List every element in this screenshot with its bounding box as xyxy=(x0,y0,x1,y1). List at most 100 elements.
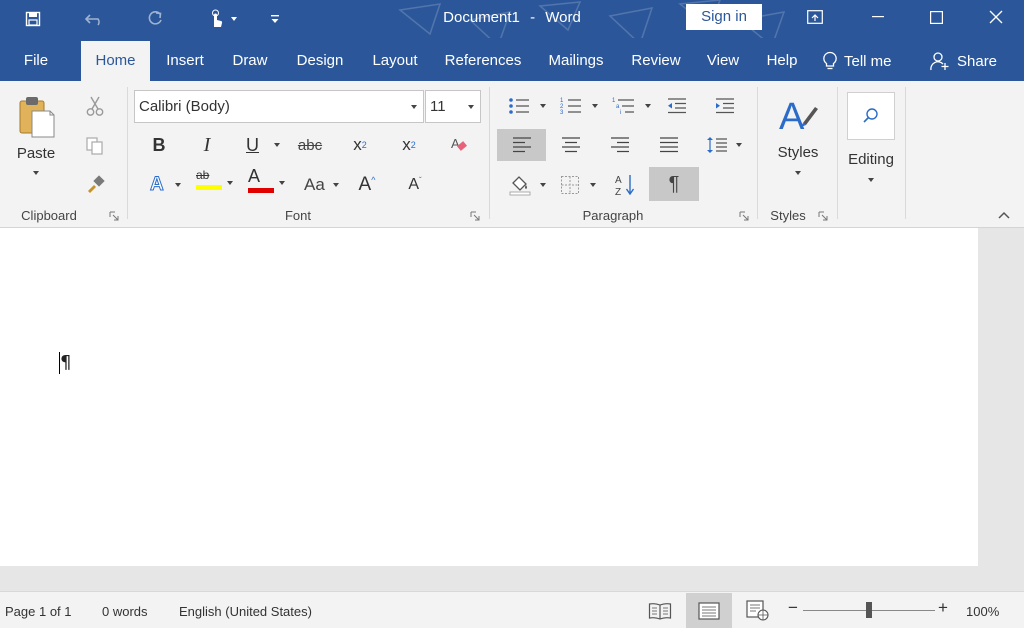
align-right-button[interactable] xyxy=(605,129,635,161)
chevron-down-icon xyxy=(736,143,742,147)
tab-draw[interactable]: Draw xyxy=(224,41,276,81)
highlight-color-swatch xyxy=(196,185,222,190)
line-spacing-button[interactable] xyxy=(702,129,746,161)
strikethrough-button[interactable]: abc xyxy=(292,129,328,161)
underline-label: U xyxy=(246,134,259,155)
tab-mailings[interactable]: Mailings xyxy=(540,41,612,81)
undo-icon xyxy=(85,14,100,26)
zoom-in-button[interactable]: + xyxy=(938,592,948,628)
tab-help[interactable]: Help xyxy=(758,41,806,81)
increase-indent-button[interactable] xyxy=(710,91,740,121)
word-count[interactable]: 0 words xyxy=(102,592,148,628)
tab-insert[interactable]: Insert xyxy=(157,41,213,81)
superscript-label: x xyxy=(402,135,411,154)
format-painter-button[interactable] xyxy=(80,169,110,199)
ribbon-display-options-button[interactable] xyxy=(785,0,845,34)
tab-file[interactable]: File xyxy=(12,41,60,81)
zoom-slider-thumb[interactable] xyxy=(866,602,872,618)
maximize-button[interactable] xyxy=(906,0,966,34)
borders-button[interactable] xyxy=(556,169,600,201)
chevron-down-icon xyxy=(868,178,874,182)
ribbon-display-icon xyxy=(807,10,823,24)
ribbon: Paste Clipboard Calibri (Body) 11 B I U … xyxy=(0,81,1024,228)
styles-icon: A xyxy=(779,96,818,137)
tab-home[interactable]: Home xyxy=(81,41,150,81)
page-count[interactable]: Page 1 of 1 xyxy=(5,592,72,628)
align-left-icon xyxy=(512,137,531,153)
justify-icon xyxy=(660,137,678,153)
tab-layout[interactable]: Layout xyxy=(364,41,426,81)
collapse-ribbon-button[interactable] xyxy=(994,207,1014,223)
font-size-box[interactable]: 11 xyxy=(425,90,481,123)
close-button[interactable] xyxy=(966,0,1024,34)
undo-button[interactable] xyxy=(80,0,110,38)
read-mode-button[interactable] xyxy=(637,593,683,628)
superscript-button[interactable]: x2 xyxy=(393,129,425,161)
document-page[interactable] xyxy=(0,228,978,566)
save-button[interactable] xyxy=(18,0,48,38)
font-name-box[interactable]: Calibri (Body) xyxy=(134,90,424,123)
show-hide-marks-button[interactable]: ¶ xyxy=(649,167,699,201)
tab-design[interactable]: Design xyxy=(288,41,352,81)
save-icon xyxy=(25,11,41,27)
align-left-button[interactable] xyxy=(497,129,546,161)
subscript-button[interactable]: x2 xyxy=(344,129,376,161)
share-button[interactable]: Share xyxy=(930,41,997,81)
decrease-indent-icon xyxy=(668,98,686,114)
text-highlight-button[interactable]: ab xyxy=(192,165,238,201)
numbering-button[interactable]: 123 xyxy=(556,91,600,121)
vertical-scrollbar[interactable] xyxy=(978,228,1024,566)
tab-references[interactable]: References xyxy=(438,41,528,81)
chevron-up-icon xyxy=(998,211,1010,219)
chevron-down-icon xyxy=(592,104,598,108)
caret-up-icon: ^ xyxy=(371,175,376,185)
paste-button[interactable]: Paste xyxy=(8,89,64,189)
paint-bucket-icon xyxy=(509,176,531,196)
text-effects-button[interactable]: A xyxy=(144,169,186,201)
align-center-button[interactable] xyxy=(556,129,586,161)
dialog-launcher-icon[interactable] xyxy=(109,211,119,221)
shading-button[interactable] xyxy=(504,169,548,201)
zoom-level[interactable]: 100% xyxy=(966,592,999,628)
dialog-launcher-icon[interactable] xyxy=(470,211,480,221)
redo-button[interactable] xyxy=(140,0,170,38)
tell-me-search[interactable]: Tell me xyxy=(822,41,892,81)
font-color-button[interactable]: A xyxy=(244,165,290,201)
underline-button[interactable]: U xyxy=(240,129,286,161)
grow-font-button[interactable]: A ^ xyxy=(352,169,382,201)
chevron-down-icon xyxy=(590,183,596,187)
bullets-button[interactable] xyxy=(504,91,548,121)
minimize-button[interactable] xyxy=(848,0,908,34)
copy-button[interactable] xyxy=(80,131,110,161)
bold-button[interactable]: B xyxy=(144,129,174,161)
language-indicator[interactable]: English (United States) xyxy=(179,592,312,628)
tab-view[interactable]: View xyxy=(700,41,746,81)
italic-button[interactable]: I xyxy=(192,129,222,161)
decrease-indent-button[interactable] xyxy=(662,91,692,121)
chevron-down-icon xyxy=(274,143,280,147)
svg-text:Z: Z xyxy=(615,187,621,197)
tab-review[interactable]: Review xyxy=(624,41,688,81)
sign-in-button[interactable]: Sign in xyxy=(686,4,762,30)
dialog-launcher-icon[interactable] xyxy=(739,211,749,221)
dialog-launcher-icon[interactable] xyxy=(818,211,828,221)
multilevel-list-button[interactable]: 1ai xyxy=(608,91,652,121)
sort-button[interactable]: AZ xyxy=(610,169,640,201)
styles-gallery-button[interactable]: A Styles xyxy=(766,89,830,189)
justify-button[interactable] xyxy=(654,129,684,161)
clear-formatting-button[interactable]: A xyxy=(444,129,474,161)
web-layout-button[interactable] xyxy=(735,593,781,628)
touch-mode-button[interactable] xyxy=(200,0,244,38)
editing-button[interactable]: Editing xyxy=(845,89,897,189)
font-size-value: 11 xyxy=(430,98,446,115)
print-layout-button[interactable] xyxy=(686,593,732,628)
change-case-button[interactable]: Aa xyxy=(300,169,342,201)
numbered-list-icon: 123 xyxy=(560,98,581,115)
customize-quick-access-button[interactable] xyxy=(265,0,285,38)
zoom-out-button[interactable]: − xyxy=(788,592,798,628)
eraser-icon: A xyxy=(451,136,467,151)
shrink-font-button[interactable]: Aˇ xyxy=(400,169,430,201)
bold-label: B xyxy=(152,134,166,155)
chevron-down-icon xyxy=(411,105,417,109)
cut-button[interactable] xyxy=(80,91,110,121)
